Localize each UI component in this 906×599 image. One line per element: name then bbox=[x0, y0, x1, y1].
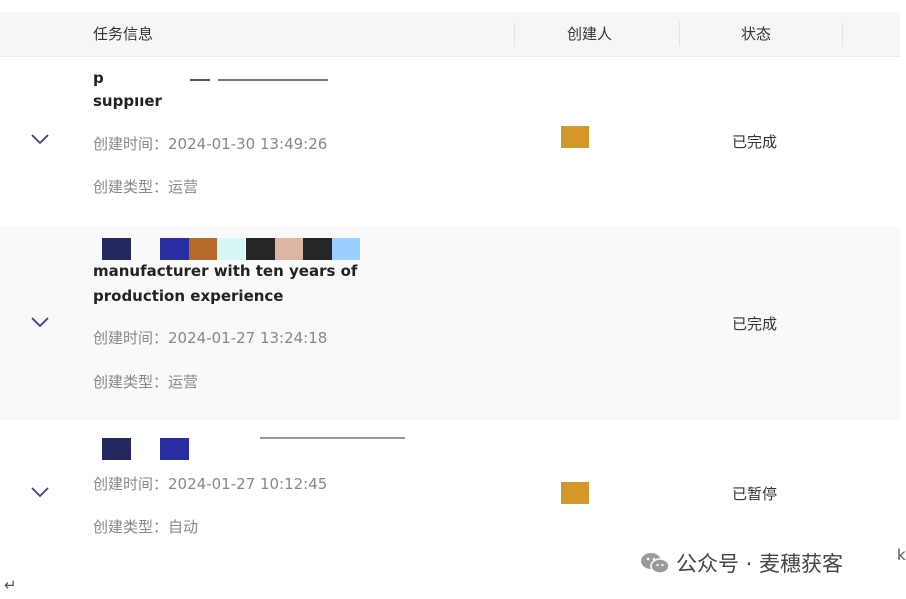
redaction-mark bbox=[218, 79, 328, 81]
redacted-color-block bbox=[160, 238, 189, 260]
redacted-color-block bbox=[217, 238, 245, 260]
redacted-color-block bbox=[275, 238, 303, 260]
header-divider bbox=[514, 22, 515, 46]
redacted-color-block bbox=[303, 238, 332, 260]
creator-avatar bbox=[561, 126, 589, 148]
created-type: 创建类型：自动 bbox=[93, 516, 198, 537]
header-divider bbox=[679, 22, 680, 46]
status-text: 已暂停 bbox=[732, 485, 778, 503]
watermark-text: 公众号 · 麦穗获客 bbox=[676, 552, 844, 576]
created-time-value: 2024-01-30 13:49:26 bbox=[168, 135, 328, 153]
redacted-color-block bbox=[246, 238, 275, 260]
expand-row-chevron-icon[interactable] bbox=[30, 133, 50, 147]
created-time-value: 2024-01-27 13:24:18 bbox=[168, 329, 328, 347]
created-type-value: 自动 bbox=[168, 518, 199, 536]
redaction-mark bbox=[260, 437, 405, 439]
created-type-value: 运营 bbox=[168, 373, 199, 391]
redacted-color-block bbox=[102, 238, 131, 260]
task-title-line: production experience bbox=[93, 287, 284, 305]
table-header: 任务信息 创建人 状态 bbox=[0, 12, 900, 57]
table-row[interactable]: p supplier 创建时间：2024-01-30 13:49:26 创建类型… bbox=[0, 57, 900, 225]
watermark: 公众号 · 麦穗获客 bbox=[640, 548, 843, 580]
created-type-label: 创建类型： bbox=[93, 178, 169, 196]
header-status: 状态 bbox=[741, 25, 772, 43]
created-time-value: 2024-01-27 10:12:45 bbox=[168, 475, 328, 493]
created-time: 创建时间：2024-01-27 13:24:18 bbox=[93, 327, 327, 348]
redaction-mark bbox=[190, 79, 210, 81]
created-time-label: 创建时间： bbox=[93, 329, 169, 347]
created-type-label: 创建类型： bbox=[93, 518, 169, 536]
header-divider bbox=[842, 22, 843, 46]
created-time: 创建时间：2024-01-30 13:49:26 bbox=[93, 133, 327, 154]
redacted-color-block bbox=[160, 438, 189, 460]
created-type-value: 运营 bbox=[168, 178, 199, 196]
task-title-line: p bbox=[93, 69, 104, 87]
created-type: 创建类型：运营 bbox=[93, 371, 198, 392]
redacted-color-block bbox=[189, 238, 217, 260]
created-type-label: 创建类型： bbox=[93, 373, 169, 391]
created-time-label: 创建时间： bbox=[93, 135, 169, 153]
created-time-label: 创建时间： bbox=[93, 475, 169, 493]
status-text: 已完成 bbox=[732, 133, 778, 151]
header-creator: 创建人 bbox=[567, 25, 613, 43]
redacted-color-block bbox=[332, 238, 360, 260]
creator-avatar bbox=[561, 482, 589, 504]
redacted-color-block bbox=[102, 438, 131, 460]
created-type: 创建类型：运营 bbox=[93, 176, 198, 197]
task-title-line: supplier bbox=[93, 92, 162, 110]
task-title-line: manufacturer with ten years of bbox=[93, 262, 358, 280]
table-row[interactable]: manufacturer with ten years of productio… bbox=[0, 226, 900, 420]
table-row[interactable]: 创建时间：2024-01-27 10:12:45 创建类型：自动 已暂停 bbox=[0, 421, 900, 546]
header-task-info: 任务信息 bbox=[93, 25, 154, 43]
expand-row-chevron-icon[interactable] bbox=[30, 486, 50, 500]
edge-mark: k bbox=[897, 546, 906, 564]
status-text: 已完成 bbox=[732, 315, 778, 333]
wechat-icon bbox=[640, 551, 670, 580]
paragraph-mark: ↵ bbox=[4, 576, 17, 594]
expand-row-chevron-icon[interactable] bbox=[30, 316, 50, 330]
created-time: 创建时间：2024-01-27 10:12:45 bbox=[93, 473, 327, 494]
